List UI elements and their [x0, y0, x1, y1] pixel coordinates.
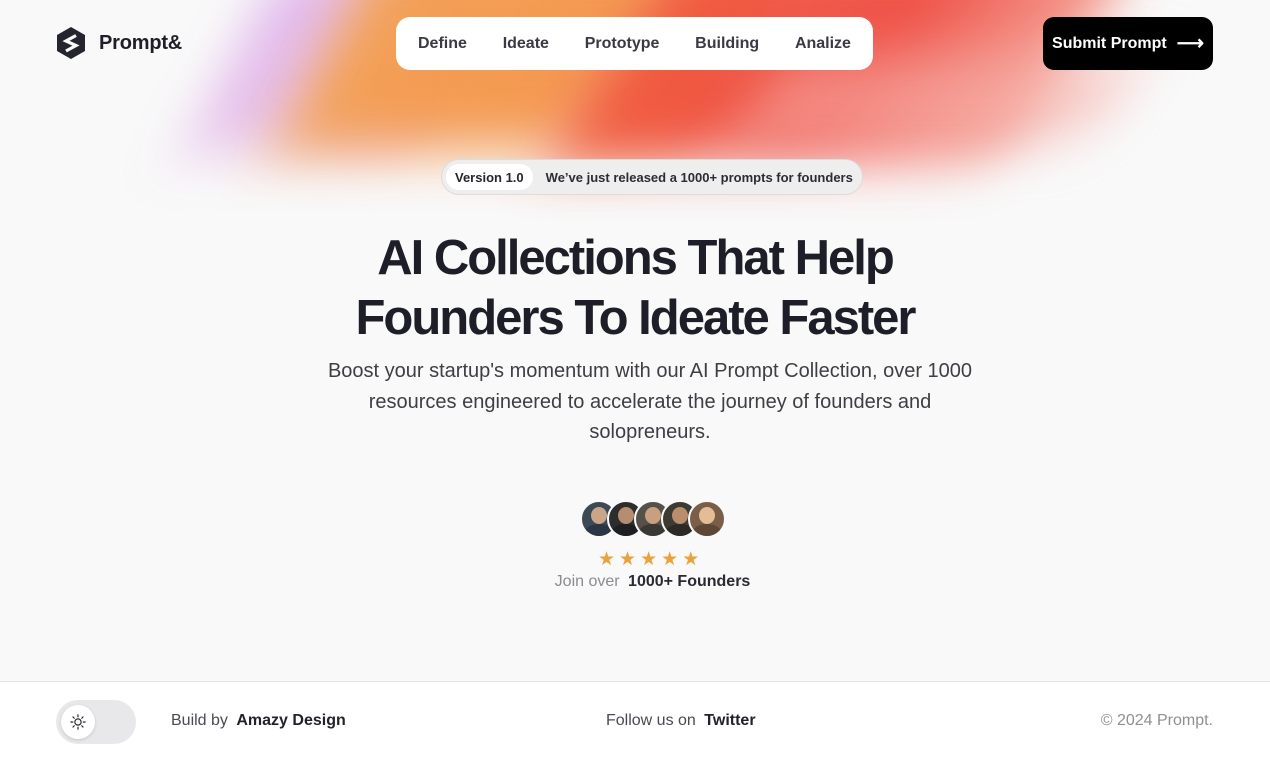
star-icon: ★ — [661, 549, 679, 570]
main-nav: Define Ideate Prototype Building Analize — [396, 17, 873, 70]
copyright: © 2024 Prompt. — [1100, 712, 1213, 729]
join-prefix: Join over — [554, 573, 620, 590]
submit-prompt-label: Submit Prompt — [1052, 34, 1167, 52]
follow-prefix: Follow us on — [606, 712, 696, 729]
hero-title: AI Collections That Help Founders To Ide… — [235, 228, 1035, 348]
build-credit: Build by Amazy Design — [171, 712, 346, 730]
nav-item-analize[interactable]: Analize — [795, 35, 851, 53]
join-founders-text: Join over 1000+ Founders — [0, 573, 1270, 591]
nav-item-building[interactable]: Building — [695, 35, 759, 53]
nav-item-prototype[interactable]: Prototype — [585, 35, 660, 53]
brand-logo[interactable]: Prompt& — [55, 26, 182, 60]
nav-item-define[interactable]: Define — [418, 35, 467, 53]
hero-title-line-2: Founders To Ideate Faster — [355, 291, 917, 345]
star-icon: ★ — [640, 549, 658, 570]
founder-avatars — [580, 500, 726, 538]
arrow-right-icon: ⟶ — [1176, 33, 1204, 54]
theme-toggle[interactable] — [56, 700, 136, 744]
hexagon-s-logo-icon — [57, 27, 85, 59]
hero-title-line-1: AI Collections That Help — [377, 231, 895, 285]
rating-stars: ★ ★ ★ ★ ★ — [598, 550, 699, 570]
hero-subtitle: Boost your startup's momentum with our A… — [327, 360, 973, 443]
announcement-banner[interactable]: Version 1.0 We’ve just released a 1000+ … — [441, 159, 863, 195]
nav-item-ideate[interactable]: Ideate — [503, 35, 549, 53]
star-icon: ★ — [619, 549, 637, 570]
avatar — [688, 500, 726, 538]
toggle-knob — [61, 705, 95, 739]
submit-prompt-button[interactable]: Submit Prompt ⟶ — [1043, 17, 1213, 70]
announcement-text: We’ve just released a 1000+ prompts for … — [545, 169, 853, 185]
site-footer: Build by Amazy Design Follow us on Twitt… — [0, 681, 1270, 760]
site-header: Prompt& Define Ideate Prototype Building… — [0, 0, 1270, 90]
follow-us: Follow us on Twitter — [606, 712, 756, 730]
build-prefix: Build by — [171, 712, 228, 729]
star-icon: ★ — [598, 549, 616, 570]
version-badge: Version 1.0 — [446, 164, 533, 190]
sun-icon — [70, 714, 86, 730]
twitter-link[interactable]: Twitter — [704, 712, 755, 729]
amazy-design-link[interactable]: Amazy Design — [236, 712, 345, 729]
brand-name: Prompt& — [99, 31, 183, 54]
join-highlight: 1000+ Founders — [628, 573, 751, 590]
star-icon: ★ — [682, 549, 700, 570]
